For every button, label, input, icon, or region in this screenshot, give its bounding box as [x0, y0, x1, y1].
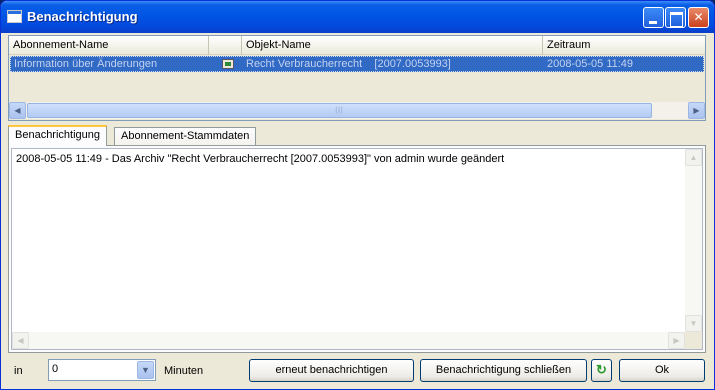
message-textarea[interactable]: 2008-05-05 11:49 - Das Archiv "Recht Ver…: [11, 148, 703, 350]
minutes-label: Minuten: [164, 365, 204, 377]
scroll-thumb[interactable]: |||: [27, 103, 652, 118]
scroll-right-icon[interactable]: ▶: [688, 102, 705, 119]
grid-header: Abonnement-Name Objekt-Name Zeitraum: [9, 36, 705, 55]
scroll-down-icon[interactable]: ▼: [685, 315, 702, 332]
title-bar[interactable]: Benachrichtigung ✕: [1, 1, 714, 33]
message-text: 2008-05-05 11:49 - Das Archiv "Recht Ver…: [16, 153, 505, 165]
notification-window: Benachrichtigung ✕ Abonnement-Name Objek…: [0, 0, 715, 390]
column-header-icon[interactable]: [209, 36, 242, 55]
cell-zeitraum: 2008-05-05 11:49: [547, 58, 634, 70]
subscription-grid: Abonnement-Name Objekt-Name Zeitraum Inf…: [8, 35, 706, 121]
table-row[interactable]: Information über Änderungen Recht Verbra…: [10, 56, 704, 72]
grid-horizontal-scrollbar[interactable]: ◀ ||| ▶: [9, 102, 705, 119]
window-icon: [7, 10, 22, 23]
tab-abonnement-stammdaten[interactable]: Abonnement-Stammdaten: [114, 127, 257, 145]
textarea-vertical-scrollbar[interactable]: ▲ ▼: [685, 149, 702, 332]
renotify-button[interactable]: erneut benachrichtigen: [249, 359, 414, 382]
scroll-up-icon[interactable]: ▲: [685, 149, 702, 166]
in-label: in: [14, 365, 23, 377]
scroll-right-icon[interactable]: ▶: [668, 332, 685, 349]
column-header-zeitraum[interactable]: Zeitraum: [543, 36, 705, 55]
close-notification-button[interactable]: Benachrichtigung schließen: [420, 359, 587, 382]
window-title: Benachrichtigung: [27, 9, 138, 24]
column-header-objekt[interactable]: Objekt-Name: [242, 36, 543, 55]
column-header-abonnement[interactable]: Abonnement-Name: [9, 36, 209, 55]
interval-combobox[interactable]: 0 ▼: [48, 359, 156, 381]
minimize-button[interactable]: [643, 7, 664, 28]
maximize-button[interactable]: [665, 7, 686, 28]
close-button[interactable]: ✕: [688, 7, 709, 28]
cell-abonnement: Information über Änderungen: [14, 58, 158, 70]
scrollbar-corner: [685, 332, 702, 349]
interval-value: 0: [52, 363, 59, 375]
tab-panel: 2008-05-05 11:49 - Das Archiv "Recht Ver…: [8, 145, 706, 353]
refresh-icon[interactable]: ↻: [591, 359, 612, 382]
cell-objekt: Recht Verbraucherrecht [2007.0053993]: [246, 58, 451, 70]
chevron-down-icon[interactable]: ▼: [137, 361, 154, 379]
scroll-left-icon[interactable]: ◀: [12, 332, 29, 349]
tab-benachrichtigung[interactable]: Benachrichtigung: [8, 125, 108, 146]
textarea-horizontal-scrollbar[interactable]: ◀ ▶: [12, 332, 685, 349]
ok-button[interactable]: Ok: [619, 359, 705, 382]
archive-icon: [222, 59, 234, 69]
scroll-left-icon[interactable]: ◀: [9, 102, 26, 119]
